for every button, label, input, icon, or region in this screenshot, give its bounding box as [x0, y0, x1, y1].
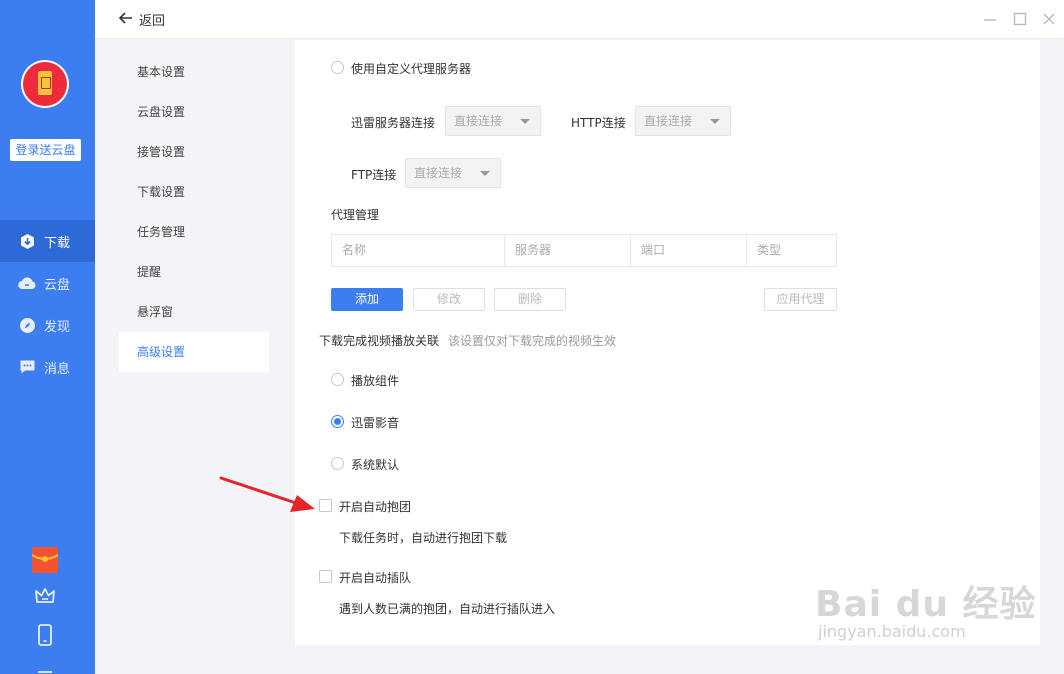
phone-icon[interactable] [32, 622, 58, 648]
xunlei-player-label: 迅雷影音 [351, 416, 400, 430]
settings-content-panel: 使用自定义代理服务器 迅雷服务器连接 直接连接 HTTP连接 直接连接 FTP连… [295, 40, 1040, 645]
player-component-radio[interactable] [331, 373, 344, 386]
proxy-table-header: 名称 服务器 端口 类型 [331, 234, 837, 267]
ftp-select[interactable]: 直接连接 [405, 158, 501, 188]
annotation-arrow-icon [219, 476, 315, 512]
nav-label-cloud: 云盘 [44, 277, 71, 293]
settings-menu-advanced[interactable]: 高级设置 [119, 332, 269, 372]
auto-join-description: 遇到人数已满的抱团，自动进行插队进入 [339, 602, 556, 616]
video-association-hint: 该设置仅对下载完成的视频生效 [448, 334, 617, 348]
system-default-radio[interactable] [331, 457, 344, 470]
xunlei-server-label: 迅雷服务器连接 [351, 116, 436, 130]
nav-label-download: 下载 [44, 235, 71, 251]
baidu-jingyan-watermark: Bai du 经验 [815, 584, 1037, 625]
column-header-name: 名称 [332, 235, 505, 266]
baidu-jingyan-url-watermark: jingyan.baidu.com [818, 622, 966, 641]
column-header-type: 类型 [757, 243, 782, 257]
column-header-server: 服务器 [505, 235, 631, 266]
xunlei-server-value: 直接连接 [454, 114, 503, 128]
login-button[interactable]: 登录送云盘 [10, 139, 81, 161]
settings-menu: 基本设置 云盘设置 接管设置 下载设置 任务管理 提醒 悬浮窗 高级设置 [95, 40, 295, 674]
crown-icon[interactable] [32, 583, 58, 609]
http-value: 直接连接 [644, 114, 693, 128]
system-default-label: 系统默认 [351, 458, 400, 472]
nav-item-download[interactable]: 下载 [0, 220, 95, 262]
apply-proxy-button[interactable]: 应用代理 [764, 288, 837, 311]
menu-icon[interactable] [32, 660, 58, 674]
auto-group-checkbox[interactable] [319, 499, 332, 512]
red-envelope-avatar-icon [23, 62, 67, 106]
avatar[interactable] [21, 60, 69, 108]
back-button[interactable]: 返回 [118, 10, 166, 29]
minimize-icon[interactable] [981, 10, 999, 28]
settings-menu-download[interactable]: 下载设置 [119, 172, 269, 212]
red-envelope-icon[interactable] [32, 547, 58, 573]
title-bar: 返回 [95, 0, 1064, 39]
auto-join-checkbox[interactable] [319, 570, 332, 583]
delete-proxy-button[interactable]: 删除 [494, 288, 566, 311]
chevron-down-icon [520, 119, 530, 124]
http-label: HTTP连接 [571, 116, 626, 130]
nav-item-discover[interactable]: 发现 [0, 304, 95, 346]
auto-group-label: 开启自动抱团 [339, 500, 412, 514]
custom-proxy-radio[interactable] [331, 61, 344, 74]
maximize-icon[interactable] [1011, 10, 1029, 28]
settings-menu-tasks[interactable]: 任务管理 [119, 212, 269, 252]
xunlei-player-radio[interactable] [331, 415, 344, 428]
ftp-label: FTP连接 [351, 168, 397, 182]
chevron-down-icon [710, 119, 720, 124]
compass-icon [18, 316, 36, 334]
http-select[interactable]: 直接连接 [635, 106, 731, 136]
nav-item-messages[interactable]: 消息 [0, 346, 95, 388]
settings-menu-cloud[interactable]: 云盘设置 [119, 92, 269, 132]
proxy-manage-title: 代理管理 [331, 208, 380, 222]
cloud-icon [18, 274, 36, 292]
xunlei-server-select[interactable]: 直接连接 [445, 106, 541, 136]
settings-menu-reminder[interactable]: 提醒 [119, 252, 269, 292]
settings-menu-basic[interactable]: 基本设置 [119, 52, 269, 92]
edit-proxy-button[interactable]: 修改 [413, 288, 485, 311]
settings-menu-float-window[interactable]: 悬浮窗 [119, 292, 269, 332]
nav-label-discover: 发现 [44, 319, 71, 335]
ftp-value: 直接连接 [414, 166, 463, 180]
message-icon [18, 358, 36, 376]
nav-item-cloud[interactable]: 云盘 [0, 262, 95, 304]
custom-proxy-label: 使用自定义代理服务器 [351, 62, 472, 76]
download-icon [18, 232, 36, 250]
nav-label-messages: 消息 [44, 361, 71, 377]
left-nav: 登录送云盘 下载 云盘 发现 消息 [0, 0, 95, 674]
auto-join-label: 开启自动插队 [339, 571, 412, 585]
column-header-port: 端口 [631, 235, 747, 266]
add-proxy-button[interactable]: 添加 [331, 288, 403, 311]
settings-menu-takeover[interactable]: 接管设置 [119, 132, 269, 172]
chevron-down-icon [480, 171, 490, 176]
close-icon[interactable] [1040, 10, 1058, 28]
arrow-left-icon [118, 11, 133, 28]
player-component-label: 播放组件 [351, 374, 400, 388]
video-association-title: 下载完成视频播放关联 [319, 334, 440, 348]
auto-group-description: 下载任务时，自动进行抱团下载 [339, 531, 508, 545]
back-label: 返回 [139, 14, 166, 29]
